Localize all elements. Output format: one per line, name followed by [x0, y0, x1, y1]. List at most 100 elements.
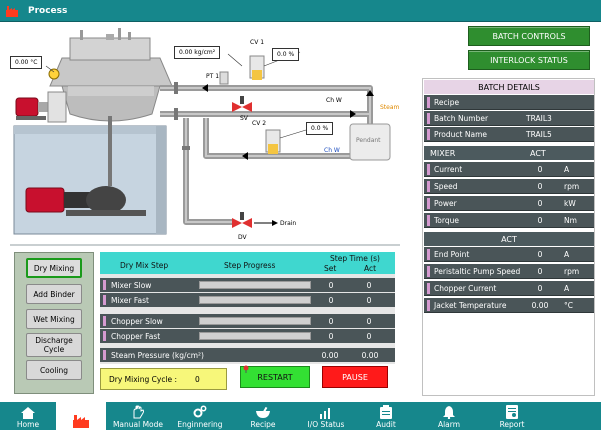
row-marker	[103, 295, 106, 305]
window-title: Process	[28, 5, 68, 16]
bottom-nav: Home Manual Mode Enginnering Recipe I/O …	[0, 402, 601, 430]
step-button-cooling[interactable]: Cooling	[26, 360, 82, 380]
row-value: TRAIL3	[526, 113, 552, 123]
col-set-label: Set	[324, 264, 337, 273]
row-label: End Point	[434, 249, 470, 259]
row-marker	[427, 180, 430, 192]
pendant-label: Pendant	[356, 137, 381, 144]
step-set-value: 0	[328, 331, 334, 341]
hand-icon	[133, 405, 144, 419]
row-marker	[103, 350, 106, 360]
row-label: Power	[434, 198, 457, 208]
row-label: Current	[434, 164, 463, 174]
col-step-label: Dry Mix Step	[120, 261, 169, 270]
step-row-mixer-fast: Mixer Fast 0 0	[100, 293, 395, 307]
step-row-chopper-slow: Chopper Slow 0 0	[100, 314, 395, 328]
step-progress-bar	[199, 296, 311, 304]
row-value: 0	[537, 249, 543, 259]
nav-label: Alarm	[437, 420, 461, 429]
steam-set-value: 0.00	[321, 350, 339, 360]
mixer-row-current: Current 0 A	[424, 162, 594, 177]
act-row-pump-speed: Peristaltic Pump Speed 0 rpm	[424, 264, 594, 279]
bar-chart-icon	[320, 408, 330, 419]
restart-button[interactable]: RESTART	[240, 365, 310, 388]
row-value: 0	[537, 266, 543, 276]
report-icon	[506, 405, 518, 419]
vessel-temperature-tag: 0.00 °C	[10, 56, 43, 69]
step-act-value: 0	[366, 331, 372, 341]
act-row-end-point: End Point 0 A	[424, 247, 594, 262]
row-unit: Nm	[564, 215, 577, 225]
row-marker	[427, 197, 430, 209]
row-label: Product Name	[434, 129, 487, 139]
nav-home[interactable]: Home	[0, 402, 56, 430]
row-marker	[427, 128, 430, 140]
cycle-value: 0	[195, 374, 200, 384]
batch-row-product: Product Name TRAIL5	[424, 127, 594, 142]
row-unit: rpm	[564, 266, 580, 276]
nav-label: Recipe	[250, 420, 276, 429]
step-button-add-binder[interactable]: Add Binder	[26, 284, 82, 304]
step-row-label: Mixer Slow	[111, 280, 152, 290]
nav-report[interactable]: Report	[482, 402, 542, 430]
step-set-value: 0	[328, 280, 334, 290]
cv1-value-tag: 0.0 %	[272, 48, 300, 61]
nav-label: Report	[499, 420, 525, 429]
step-button-discharge-cycle[interactable]: Discharge Cycle	[26, 333, 82, 357]
step-act-value: 0	[366, 295, 372, 305]
row-unit: A	[564, 249, 570, 259]
mortar-icon	[256, 407, 270, 418]
nav-process[interactable]	[56, 402, 106, 430]
interlock-status-button[interactable]: INTERLOCK STATUS	[468, 50, 590, 70]
row-unit: A	[564, 283, 570, 293]
row-value: 0	[537, 181, 543, 191]
row-marker	[427, 112, 430, 124]
nav-alarm[interactable]: Alarm	[416, 402, 482, 430]
mixer-row-torque: Torque 0 Nm	[424, 213, 594, 228]
step-progress-bar	[199, 332, 311, 340]
step-button-dry-mixing[interactable]: Dry Mixing	[26, 258, 82, 278]
row-unit: A	[564, 164, 570, 174]
row-label: Chopper Current	[434, 283, 497, 293]
pause-button[interactable]: PAUSE	[322, 366, 388, 388]
steam-pressure-label: Steam Pressure (kg/cm²)	[111, 350, 204, 360]
act-row-chopper-current: Chopper Current 0 A	[424, 281, 594, 296]
nav-engineering[interactable]: Enginnering	[170, 402, 230, 430]
step-row-label: Chopper Slow	[111, 316, 163, 326]
act-row-jacket-temp: Jacket Temperature 0.00 °C	[424, 298, 594, 313]
col-time-label: Step Time (s)	[330, 254, 380, 263]
chw-label-bottom: Ch W	[324, 147, 340, 154]
clipboard-icon	[380, 405, 392, 419]
row-label: Batch Number	[434, 113, 489, 123]
step-button-wet-mixing[interactable]: Wet Mixing	[26, 309, 82, 329]
row-marker	[103, 316, 106, 326]
sv-label: SV	[240, 115, 248, 122]
batch-row-recipe: Recipe	[424, 95, 594, 110]
mixer-header: MIXER ACT	[424, 146, 594, 160]
pt1-label: PT 1	[206, 73, 220, 80]
batch-controls-button[interactable]: BATCH CONTROLS	[468, 26, 590, 46]
row-unit: °C	[564, 300, 573, 310]
nav-recipe[interactable]: Recipe	[230, 402, 296, 430]
mixer-header-label: MIXER	[430, 148, 456, 158]
nav-manual-mode[interactable]: Manual Mode	[106, 402, 170, 430]
row-marker	[103, 331, 106, 341]
row-unit: kW	[564, 198, 576, 208]
step-row-label: Chopper Fast	[111, 331, 161, 341]
act-header: ACT	[424, 232, 594, 246]
process-screen: Process 0.00 °C 0.00 kg/cm² CV 1 0.0 % P…	[0, 0, 601, 430]
nav-label: I/O Status	[307, 420, 345, 429]
factory-logo-icon	[6, 5, 18, 17]
chw-label-top: Ch W	[326, 97, 342, 104]
nav-audit[interactable]: Audit	[356, 402, 416, 430]
cycle-label: Dry Mixing Cycle :	[109, 374, 178, 384]
mixer-row-power: Power 0 kW	[424, 196, 594, 211]
home-icon	[21, 407, 35, 419]
step-progress-bar	[199, 281, 311, 289]
row-marker	[427, 282, 430, 294]
row-label: Peristaltic Pump Speed	[434, 266, 521, 276]
nav-io-status[interactable]: I/O Status	[296, 402, 356, 430]
restart-label: RESTART	[257, 372, 293, 382]
step-row-mixer-slow: Mixer Slow 0 0	[100, 278, 395, 292]
step-act-value: 0	[366, 280, 372, 290]
